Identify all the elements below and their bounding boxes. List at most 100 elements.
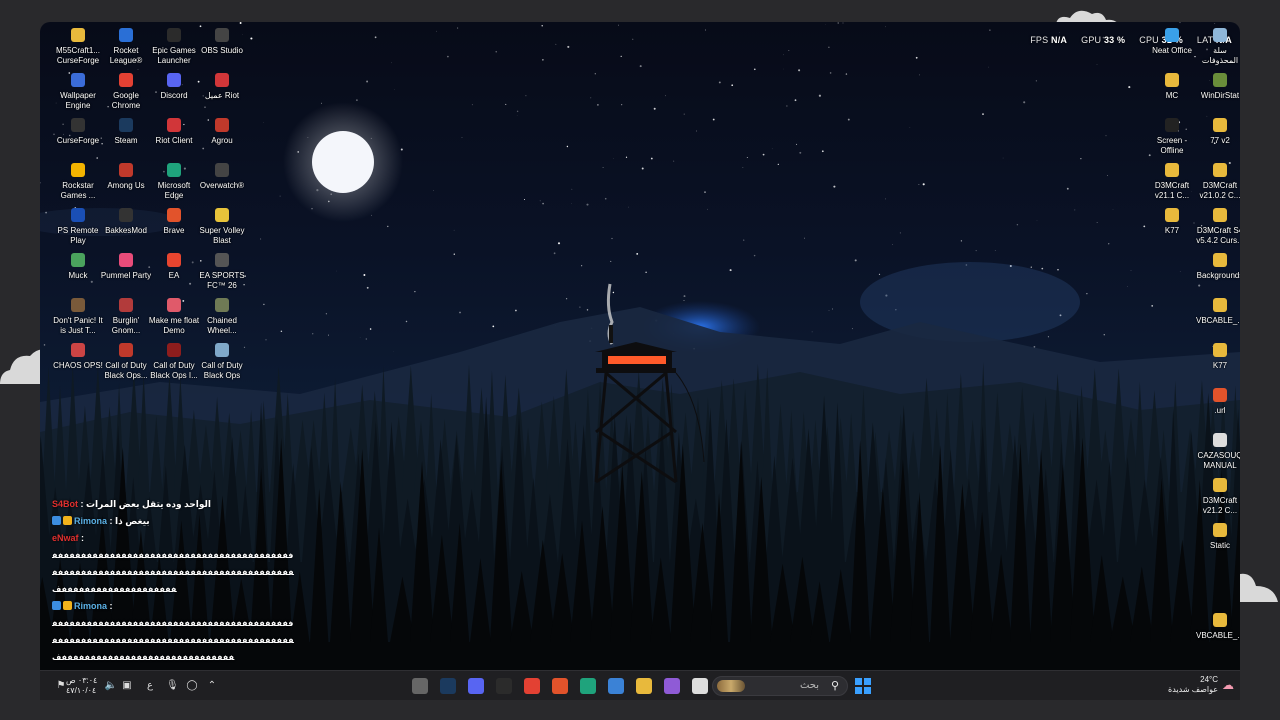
chat-separator: : — [107, 516, 116, 526]
desktop-shortcut[interactable]: CurseForge — [52, 118, 104, 146]
brave-taskbar-icon[interactable] — [552, 678, 568, 694]
neat-office-icon — [1165, 28, 1179, 42]
desktop-shortcut[interactable]: عميل Riot — [196, 73, 248, 101]
discord-taskbar-icon[interactable] — [468, 678, 484, 694]
desktop-shortcut[interactable]: .url — [1194, 388, 1240, 416]
desktop-shortcut[interactable]: Overwatch® — [196, 163, 248, 191]
desktop-shortcut[interactable]: K77 — [1146, 208, 1198, 236]
search-placeholder: بحث — [799, 680, 819, 691]
desktop-shortcut[interactable]: Make me float Demo — [148, 298, 200, 335]
desktop-shortcut-label: Don't Panic! It is Just T... — [53, 316, 103, 335]
desktop-shortcut[interactable]: Rockstar Games ... — [52, 163, 104, 200]
desktop-shortcut[interactable]: Chained Wheel... — [196, 298, 248, 335]
desktop-shortcut[interactable]: Among Us — [100, 163, 152, 191]
taskbar: ٠٣:٠٤ ص ٤٧/١٠/٠٤ ⚑ 🔈 ▣ ع 🎙 ◯ ⌃ بحث ⚲ 24°… — [40, 670, 1240, 700]
desktop-shortcut[interactable]: Epic Games Launcher — [148, 28, 200, 65]
desktop-shortcut[interactable]: D3MCraft v21.2 C... — [1194, 478, 1240, 515]
desktop-shortcut[interactable]: Don't Panic! It is Just T... — [52, 298, 104, 335]
desktop-shortcut[interactable]: Burglin' Gnom... — [100, 298, 152, 335]
desktop-shortcut[interactable]: PS Remote Play — [52, 208, 104, 245]
desktop-shortcut[interactable]: MC — [1146, 73, 1198, 101]
game-icon — [71, 343, 85, 357]
chat-message: Rimona : — [52, 598, 294, 615]
desktop-shortcut[interactable]: Super Volley Blast — [196, 208, 248, 245]
desktop-shortcut[interactable]: Rocket League® — [100, 28, 152, 65]
desktop-shortcut-label: K77 — [1212, 361, 1228, 370]
desktop-shortcut[interactable]: Steam — [100, 118, 152, 146]
file-explorer-taskbar-icon[interactable] — [636, 678, 652, 694]
clock-date: ٤٧/١٠/٠٤ — [66, 686, 97, 695]
desktop-shortcut[interactable]: Brave — [148, 208, 200, 236]
desktop-shortcut[interactable]: Google Chrome — [100, 73, 152, 110]
desktop-shortcut[interactable]: 77 v2 — [1194, 118, 1240, 146]
desktop-shortcut[interactable]: Riot Client — [148, 118, 200, 146]
taskbar-search[interactable]: بحث ⚲ — [712, 676, 848, 696]
desktop-shortcut[interactable]: Screen - Offline — [1146, 118, 1198, 155]
desktop-shortcut[interactable]: CAZASOUQ MANUAL — [1194, 433, 1240, 470]
network-icon[interactable]: ▣ — [120, 678, 134, 694]
volume-icon[interactable]: 🔈 — [104, 678, 118, 694]
language-indicator[interactable]: ع — [144, 678, 156, 694]
show-hidden-icons-chevron-icon[interactable]: ⌃ — [206, 678, 218, 694]
desktop-shortcut[interactable]: BakkesMod — [100, 208, 152, 236]
chrome-icon — [119, 73, 133, 87]
chat-separator: : — [107, 601, 113, 611]
desktop-shortcut[interactable]: Microsoft Edge — [148, 163, 200, 200]
chrome-taskbar-icon[interactable] — [524, 678, 540, 694]
ea-fc-icon — [215, 253, 229, 267]
epic-taskbar-icon[interactable] — [496, 678, 512, 694]
desktop-shortcut-label: K77 — [1164, 226, 1180, 235]
tray-app-icon[interactable]: ◯ — [186, 678, 198, 694]
store-taskbar-icon[interactable] — [608, 678, 624, 694]
cod-icon — [119, 343, 133, 357]
start-button[interactable] — [855, 678, 871, 694]
folder-icon — [1213, 478, 1227, 492]
desktop[interactable]: FPS N/A GPU 33 % CPU 31 % LAT N/A M55Cra… — [40, 22, 1240, 670]
moon — [312, 131, 374, 193]
screen-frame: FPS N/A GPU 33 % CPU 31 % LAT N/A M55Cra… — [0, 0, 1280, 720]
desktop-shortcut[interactable]: D3MCraft v21.0.2 C... — [1194, 163, 1240, 200]
desktop-shortcut[interactable]: EA SPORTS FC™ 26 — [196, 253, 248, 290]
taskbar-clock[interactable]: ٠٣:٠٤ ص ٤٧/١٠/٠٤ — [66, 676, 97, 696]
desktop-shortcut[interactable]: WinDirStat — [1194, 73, 1240, 101]
microphone-icon[interactable]: 🎙 — [166, 678, 179, 694]
folder-icon — [1213, 298, 1227, 312]
desktop-shortcut[interactable]: Pummel Party — [100, 253, 152, 281]
folder-icon — [1213, 163, 1227, 177]
desktop-shortcut[interactable]: Agrou — [196, 118, 248, 146]
folder-icon — [1213, 253, 1227, 267]
desktop-shortcut[interactable]: Call of Duty Black Ops I... — [148, 343, 200, 380]
obs-icon — [215, 28, 229, 42]
chat-badge-icon — [63, 601, 72, 610]
task-view-taskbar-icon[interactable] — [692, 678, 708, 694]
weather-widget[interactable]: 24°C عواصف شديدة — [1168, 675, 1218, 695]
desktop-shortcut[interactable]: Call of Duty Black Ops — [196, 343, 248, 380]
desktop-shortcut[interactable]: CHAOS OPS! — [52, 343, 104, 371]
desktop-shortcut[interactable]: سلة المحذوفات — [1194, 28, 1240, 65]
desktop-shortcut[interactable]: VBCABLE_... — [1194, 298, 1240, 326]
desktop-shortcut[interactable]: D3MCraft S4 v5.4.2 Curs... — [1194, 208, 1240, 245]
desktop-shortcut[interactable]: OBS Studio — [196, 28, 248, 56]
steam-taskbar-icon[interactable] — [440, 678, 456, 694]
folder-icon — [1165, 73, 1179, 87]
chat-message-text: بيغص ذا — [115, 516, 150, 526]
desktop-shortcut[interactable]: D3MCraft v21.1 C... — [1146, 163, 1198, 200]
desktop-shortcut[interactable]: Discord — [148, 73, 200, 101]
desktop-shortcut[interactable]: M55Craft1... CurseForge — [52, 28, 104, 65]
notification-bell-icon[interactable]: ⚑ — [54, 678, 68, 694]
desktop-shortcut[interactable]: Neat Office — [1146, 28, 1198, 56]
copilot-taskbar-icon[interactable] — [664, 678, 680, 694]
obs-taskbar-icon[interactable] — [412, 678, 428, 694]
desktop-shortcut[interactable]: Call of Duty Black Ops... — [100, 343, 152, 380]
desktop-shortcut[interactable]: Backgrounds — [1194, 253, 1240, 281]
desktop-shortcut[interactable]: EA — [148, 253, 200, 281]
edge-taskbar-icon[interactable] — [580, 678, 596, 694]
desktop-shortcut[interactable]: Muck — [52, 253, 104, 281]
desktop-shortcut[interactable]: K77 — [1194, 343, 1240, 371]
desktop-shortcut[interactable]: Wallpaper Engine — [52, 73, 104, 110]
desktop-shortcut-label: Among Us — [107, 181, 145, 190]
brave-icon — [1213, 388, 1227, 402]
desktop-shortcut[interactable]: Static — [1194, 523, 1240, 551]
chat-message: Rimona : بيغص ذا — [52, 513, 294, 530]
desktop-shortcut[interactable]: VBCABLE_... — [1194, 613, 1240, 641]
